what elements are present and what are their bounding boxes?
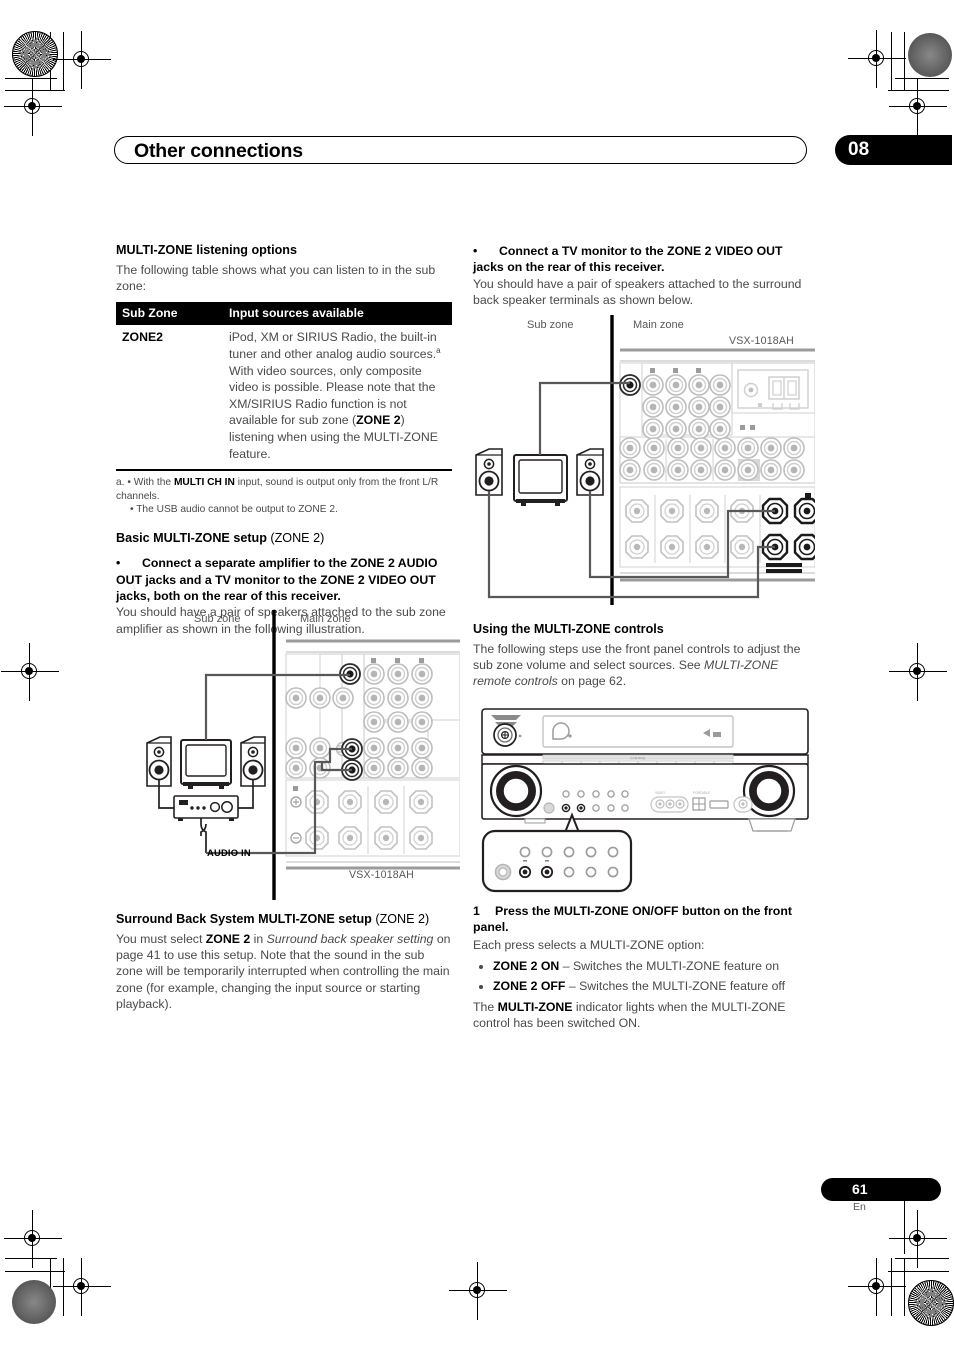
step-1-body: Each press selects a MULTI-ZONE option:: [473, 937, 705, 952]
bullet-connect-amplifier: • Connect a separate amplifier to the ZON…: [116, 555, 452, 604]
page-language: En: [853, 1201, 866, 1213]
registration-mark-upper-right-lower: [889, 78, 947, 136]
table-row: ZONE2 iPod, XM or SIRIUS Radio, the buil…: [116, 325, 452, 472]
option-0-label: ZONE 2 ON: [493, 959, 560, 974]
bullet-dot-icon: •: [116, 556, 121, 571]
registration-mark-bottom-left: [53, 1258, 111, 1316]
right-column-steps: 1 Press the MULTI-ZONE ON/OFF button on t…: [473, 903, 809, 1034]
table-cell-zone: ZONE2: [116, 325, 223, 472]
body-connect-tv-monitor: You should have a pair of speakers attac…: [473, 276, 802, 308]
intro-multizone-listening-options: The following table shows what you can l…: [116, 262, 436, 294]
list-item: ZONE 2 OFF – Switches the MULTI-ZONE fea…: [493, 977, 809, 995]
heading-multizone-listening-options: MULTI-ZONE listening options: [116, 243, 297, 257]
closing-bold: MULTI-ZONE: [497, 999, 573, 1014]
heading-basic-rest: (ZONE 2): [266, 530, 325, 545]
surround-body-mid: in: [250, 931, 267, 946]
diagram2-main-zone-label: Main zone: [633, 319, 684, 331]
listening-options-table: Sub Zone Input sources available ZONE2 i…: [116, 302, 452, 472]
registration-mark-top-right: [848, 30, 906, 88]
registration-mark-bottom-right-upper: [889, 1210, 947, 1268]
sources-text-part1: iPod, XM or SIRIUS Radio, the built-in t…: [229, 330, 437, 362]
right-column: • Connect a TV monitor to the ZONE 2 VIDE…: [473, 243, 809, 310]
heading-basic-multizone-setup: Basic MULTI-ZONE setup (ZONE 2): [116, 531, 452, 547]
registration-star-top-left: [12, 31, 58, 77]
diagram1-graphic: [146, 610, 461, 900]
option-0-desc: – Switches the MULTI-ZONE feature on: [559, 959, 780, 974]
sources-text-bold-zone2: ZONE 2: [356, 413, 401, 428]
page-number-badge: [821, 1178, 941, 1201]
table-header-sub-zone: Sub Zone: [116, 302, 223, 326]
registration-dot-top-right: [908, 33, 952, 77]
footnote-line1-bold: MULTI CH IN: [173, 477, 235, 489]
diagram1-model-label: VSX-1018AH: [349, 869, 415, 881]
footnote-reference-a: a: [436, 346, 441, 356]
registration-mark-bottom-right: [848, 1258, 906, 1316]
option-1-label: ZONE 2 OFF: [493, 979, 566, 994]
registration-mark-middle-left: [1, 643, 59, 701]
footnote-line1-pre: • With the: [124, 477, 174, 489]
diagram2-graphic: [475, 315, 828, 605]
diagram2-model-label: VSX-1018AH: [729, 335, 795, 347]
surround-body-bold: ZONE 2: [205, 931, 251, 946]
diagram2-sub-zone-label: Sub zone: [527, 319, 574, 331]
diagram1-audio-in-label: AUDIO IN: [207, 847, 251, 858]
registration-mark-top-left: [53, 31, 111, 89]
list-item: ZONE 2 ON – Switches the MULTI-ZONE feat…: [493, 957, 809, 975]
using-body-post: on page 62.: [557, 674, 627, 689]
crop-line-bl-h2: [5, 1271, 65, 1273]
footer-rule: [904, 1196, 906, 1254]
registration-mark-bottom-left-upper: [4, 1210, 62, 1268]
crop-line-br-h2: [888, 1271, 949, 1273]
diagram1-main-zone-label: Main zone: [300, 613, 351, 625]
surround-body-pre: You must select: [116, 931, 206, 946]
diagram1-sub-zone-label: Sub zone: [194, 613, 241, 625]
right-column-lower: Using the MULTI-ZONE controls The follow…: [473, 622, 809, 692]
registration-star-bottom-right: [908, 1280, 954, 1326]
page-title: Other connections: [134, 140, 303, 162]
diagram-basic-multizone-setup: Sub zone Main zone AUDIO IN VSX-1018AH: [130, 610, 461, 900]
front-panel-graphic: CONTROL VIDEO PORTABLE: [481, 708, 809, 893]
svg-text:CONTROL: CONTROL: [630, 757, 647, 761]
heading-surround-back-setup: Surround Back System MULTI-ZONE setup (Z…: [116, 912, 452, 928]
body-surround-back-setup: You must select ZONE 2 in Surround back …: [116, 931, 452, 1013]
bullet-connect-tv-monitor: • Connect a TV monitor to the ZONE 2 VIDE…: [473, 243, 809, 276]
table-header-row: Sub Zone Input sources available: [116, 302, 452, 326]
left-column-lower: Surround Back System MULTI-ZONE setup (Z…: [116, 912, 452, 1014]
body-using-multizone-controls: The following steps use the front panel …: [473, 641, 809, 690]
table-header-input-sources: Input sources available: [223, 302, 452, 326]
table-cell-sources: iPod, XM or SIRIUS Radio, the built-in t…: [223, 325, 452, 472]
diagram-front-panel: CONTROL VIDEO PORTABLE: [475, 705, 815, 900]
registration-mark-bottom-center: [449, 1262, 507, 1320]
step-1-number: 1: [473, 904, 480, 918]
heading-basic-bold: Basic MULTI-ZONE setup: [116, 530, 267, 545]
heading-surround-bold: Surround Back System MULTI-ZONE setup: [116, 912, 372, 926]
left-column: MULTI-ZONE listening options The followi…: [116, 243, 452, 639]
table-footnote: a. • With the MULTI CH IN input, sound i…: [116, 476, 452, 516]
surround-body-italic: Surround back speaker setting: [266, 931, 434, 946]
heading-using-multizone-controls: Using the MULTI-ZONE controls: [473, 622, 664, 636]
bullet-connect-amplifier-text: Connect a separate amplifier to the ZONE…: [116, 556, 438, 604]
diagram-surround-back-multizone: Sub zone Main zone VSX-1018AH: [470, 315, 828, 605]
step-1-text: Press the MULTI-ZONE ON/OFF button on th…: [473, 904, 792, 935]
bullet-dot-icon-2: •: [473, 244, 478, 258]
bullet-connect-tv-monitor-text: Connect a TV monitor to the ZONE 2 VIDEO…: [473, 244, 783, 275]
registration-mark-upper-left-lower: [4, 78, 62, 136]
step-1: 1 Press the MULTI-ZONE ON/OFF button on t…: [473, 903, 809, 936]
closing-note: The MULTI-ZONE indicator lights when the…: [473, 999, 809, 1032]
footnote-line2: • The USB audio cannot be output to ZONE…: [130, 504, 338, 516]
registration-mark-middle-right: [889, 643, 947, 701]
svg-text:VIDEO: VIDEO: [655, 791, 665, 795]
option-1-desc: – Switches the MULTI-ZONE feature off: [565, 979, 786, 994]
registration-dot-bottom-left: [12, 1280, 56, 1324]
crop-line-tr-v2: [904, 32, 906, 90]
chapter-number: 08: [848, 139, 870, 160]
svg-text:PORTABLE: PORTABLE: [693, 791, 710, 795]
page-number: 61: [852, 1181, 868, 1197]
footnote-marker: a.: [116, 477, 125, 489]
heading-surround-rest: (ZONE 2): [371, 912, 430, 926]
multizone-options-list: ZONE 2 ON – Switches the MULTI-ZONE feat…: [473, 957, 809, 996]
closing-pre: The: [473, 999, 498, 1014]
